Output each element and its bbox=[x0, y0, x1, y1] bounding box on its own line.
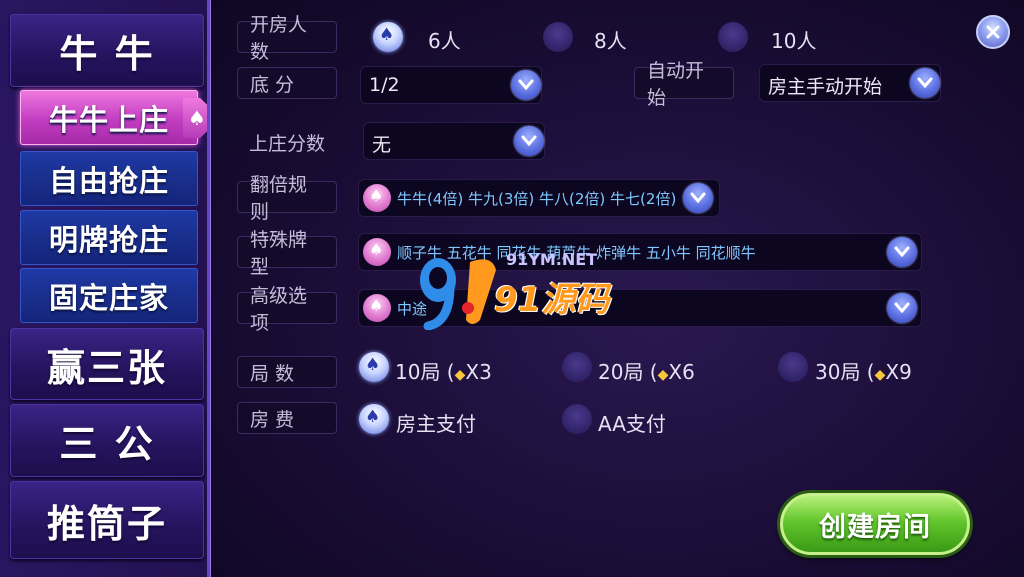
chevron-down-icon bbox=[683, 183, 713, 213]
auto-start-label-text: 自动开始 bbox=[647, 60, 705, 109]
base-score-dropdown[interactable]: 1/2 bbox=[360, 66, 542, 104]
watermark-brand-text: 91源码 bbox=[494, 280, 610, 320]
base-score-label: 底 分 bbox=[237, 67, 337, 99]
fee-label-text: 房 费 bbox=[250, 408, 295, 431]
spade-icon: ♠ bbox=[188, 106, 206, 130]
fee-label: 房 费 bbox=[237, 402, 337, 434]
advanced-label-text: 高级选项 bbox=[250, 285, 308, 334]
special-cards-label-text: 特殊牌型 bbox=[250, 229, 308, 278]
watermark-logo: 91YM.NET 91源码 bbox=[410, 250, 620, 331]
rounds-10-radio[interactable]: ♠ bbox=[359, 352, 389, 382]
chevron-down-icon bbox=[514, 126, 544, 156]
game-tab-three-cards[interactable]: 赢三张 bbox=[10, 328, 204, 400]
rounds-30-text: 30局 (◆X9 bbox=[815, 360, 912, 384]
mode-tab-open-grab[interactable]: 明牌抢庄 bbox=[20, 210, 198, 265]
rounds-20-text: 20局 (◆X6 bbox=[598, 360, 695, 384]
players-8-text: 8人 bbox=[594, 29, 627, 53]
double-rule-value: 牛牛(4倍) 牛九(3倍) 牛八(2倍) 牛七(2倍) bbox=[397, 190, 677, 208]
chevron-down-icon bbox=[887, 293, 917, 323]
auto-start-label: 自动开始 bbox=[634, 60, 734, 109]
diamond-icon: ◆ bbox=[874, 367, 886, 383]
banker-score-dropdown[interactable]: 无 bbox=[363, 122, 545, 160]
players-10-text: 10人 bbox=[771, 29, 817, 53]
fee-owner-radio[interactable]: ♠ bbox=[359, 404, 389, 434]
double-rule-dropdown[interactable]: ♠ 牛牛(4倍) 牛九(3倍) 牛八(2倍) 牛七(2倍) bbox=[358, 179, 720, 217]
fee-aa-text: AA支付 bbox=[598, 412, 666, 436]
auto-start-dropdown[interactable]: 房主手动开始 bbox=[759, 64, 941, 102]
players-label: 开房人数 bbox=[237, 14, 337, 63]
fee-aa-radio[interactable] bbox=[562, 404, 592, 434]
watermark-site-text: 91YM.NET bbox=[506, 250, 598, 269]
game-tab-tuitongzi[interactable]: 推筒子 bbox=[10, 481, 204, 559]
rounds-label-text: 局 数 bbox=[250, 362, 295, 385]
spade-icon: ♠ bbox=[365, 355, 381, 375]
spade-bullet-icon: ♠ bbox=[363, 184, 391, 212]
spade-icon: ♠ bbox=[365, 407, 381, 427]
mode-tab-fixed-banker[interactable]: 固定庄家 bbox=[20, 268, 198, 323]
diamond-icon: ◆ bbox=[657, 367, 669, 383]
close-button[interactable] bbox=[976, 15, 1010, 49]
double-rule-label-text: 翻倍规则 bbox=[250, 174, 308, 223]
game-tab-niuniu[interactable]: 牛 牛 bbox=[10, 14, 204, 87]
chevron-down-icon bbox=[910, 68, 940, 98]
mode-tab-free-grab[interactable]: 自由抢庄 bbox=[20, 151, 198, 206]
spade-bullet-icon: ♠ bbox=[363, 238, 391, 266]
mode-tab-niuniu-banker[interactable]: 牛牛上庄 bbox=[20, 90, 198, 145]
close-icon bbox=[986, 25, 1000, 39]
base-score-value: 1/2 bbox=[369, 74, 400, 96]
rounds-10-text: 10局 (◆X3 bbox=[395, 360, 492, 384]
double-rule-label: 翻倍规则 bbox=[237, 174, 337, 223]
spade-bullet-icon: ♠ bbox=[363, 294, 391, 322]
rounds-30-radio[interactable] bbox=[778, 352, 808, 382]
players-10-radio[interactable] bbox=[718, 22, 748, 52]
special-cards-label: 特殊牌型 bbox=[237, 229, 337, 278]
rounds-20-radio[interactable] bbox=[562, 352, 592, 382]
players-6-text: 6人 bbox=[428, 29, 461, 53]
players-6-radio[interactable]: ♠ bbox=[373, 22, 403, 52]
chevron-down-icon bbox=[511, 70, 541, 100]
banker-score-label: 上庄分数 bbox=[237, 126, 337, 158]
base-score-label-text: 底 分 bbox=[250, 73, 295, 96]
game-sidebar: 牛 牛 牛牛上庄 ♠ 自由抢庄 明牌抢庄 固定庄家 赢三张 三 公 推筒子 bbox=[0, 0, 221, 577]
fee-owner-text: 房主支付 bbox=[396, 412, 476, 436]
banker-score-value: 无 bbox=[372, 134, 392, 156]
create-room-button[interactable]: 创建房间 bbox=[780, 493, 970, 555]
auto-start-value: 房主手动开始 bbox=[768, 76, 883, 98]
diamond-icon: ◆ bbox=[454, 367, 466, 383]
players-8-radio[interactable] bbox=[543, 22, 573, 52]
rounds-label: 局 数 bbox=[237, 356, 337, 388]
advanced-label: 高级选项 bbox=[237, 285, 337, 334]
chevron-down-icon bbox=[887, 237, 917, 267]
banker-score-label-text: 上庄分数 bbox=[249, 132, 326, 155]
players-label-text: 开房人数 bbox=[250, 14, 308, 63]
game-tab-sangong[interactable]: 三 公 bbox=[10, 404, 204, 477]
spade-icon: ♠ bbox=[379, 25, 395, 45]
